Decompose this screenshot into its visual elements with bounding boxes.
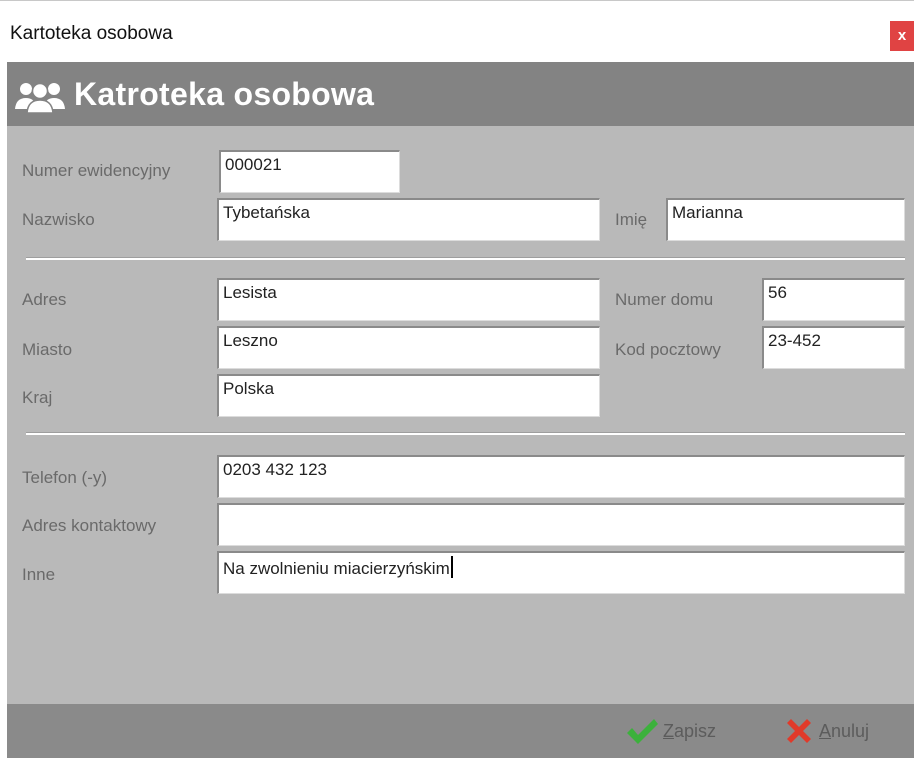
numer-ewidencyjny-field[interactable]: 000021 xyxy=(219,150,400,193)
miasto-label: Miasto xyxy=(22,340,73,359)
footer-bar: Zapisz Anuluj xyxy=(7,704,914,758)
imie-label: Imię xyxy=(615,210,648,229)
numer-domu-field[interactable]: 56 xyxy=(762,278,905,321)
miasto-field[interactable]: Leszno xyxy=(217,326,600,369)
numer-domu-label: Numer domu xyxy=(615,290,714,309)
title-bar: Kartoteka osobowa x xyxy=(0,0,914,62)
nazwisko-field[interactable]: Tybetańska xyxy=(217,198,600,241)
save-button-label: Zapisz xyxy=(663,720,717,741)
header-title: Katroteka osobowa xyxy=(74,76,375,112)
window-title: Kartoteka osobowa xyxy=(10,23,173,44)
separator xyxy=(26,432,905,435)
close-button[interactable]: x xyxy=(890,21,914,51)
inne-label: Inne xyxy=(22,565,56,584)
kraj-field[interactable]: Polska xyxy=(217,374,600,417)
people-icon xyxy=(15,82,65,113)
adres-kontaktowy-label: Adres kontaktowy xyxy=(22,516,157,535)
inne-field[interactable]: Na zwolnieniu miacierzyńskim xyxy=(217,551,905,594)
text-caret xyxy=(450,556,453,578)
cancel-x-icon xyxy=(787,719,811,743)
nazwisko-label: Nazwisko xyxy=(22,210,95,229)
header-band: Katroteka osobowa xyxy=(7,62,914,126)
adres-kontaktowy-field[interactable] xyxy=(217,503,905,546)
inne-field-text: Na zwolnieniu miacierzyńskim xyxy=(223,559,450,578)
kod-pocztowy-field[interactable]: 23-452 xyxy=(762,326,905,369)
cancel-button-label: Anuluj xyxy=(819,720,870,741)
form-window: Katroteka osobowa Numer ewidencyjny 0000… xyxy=(7,62,914,758)
numer-ewidencyjny-label: Numer ewidencyjny xyxy=(22,161,171,180)
telefon-field[interactable]: 0203 432 123 xyxy=(217,455,905,498)
save-button[interactable]: Zapisz xyxy=(625,713,716,749)
adres-label: Adres xyxy=(22,290,67,309)
checkmark-icon xyxy=(627,719,658,744)
telefon-label: Telefon (-y) xyxy=(22,468,108,487)
adres-field[interactable]: Lesista xyxy=(217,278,600,321)
separator xyxy=(26,257,905,260)
imie-field[interactable]: Marianna xyxy=(666,198,905,241)
kod-pocztowy-label: Kod pocztowy xyxy=(615,340,721,359)
kraj-label: Kraj xyxy=(22,388,53,407)
cancel-button[interactable]: Anuluj xyxy=(783,713,869,749)
